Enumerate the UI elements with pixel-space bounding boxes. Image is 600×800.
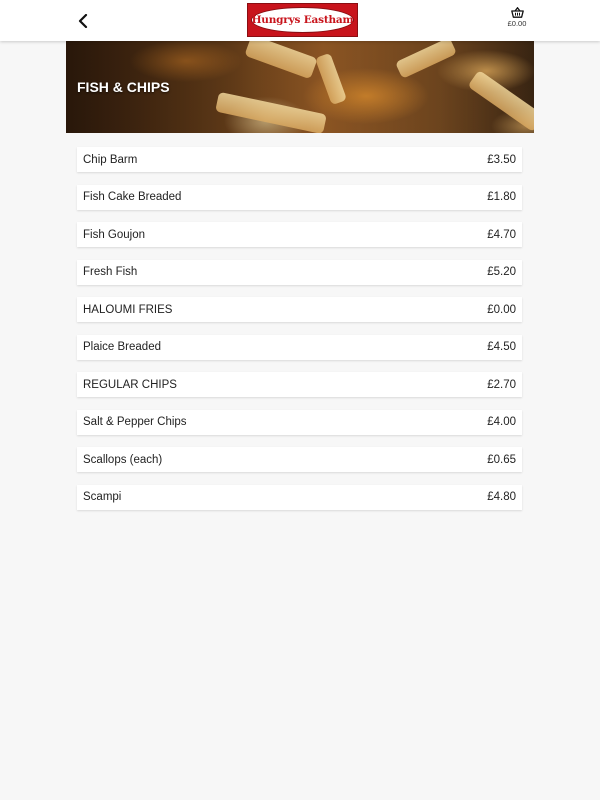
menu-item-price: £0.65 (487, 453, 516, 466)
menu-item[interactable]: Fresh Fish £5.20 (77, 259, 522, 285)
basket-button[interactable]: £0.00 (500, 7, 534, 35)
menu-item-price: £1.80 (487, 191, 516, 203)
menu-item-name: Fish Cake Breaded (83, 191, 182, 203)
menu-item-name: Salt & Pepper Chips (83, 416, 187, 428)
menu-item[interactable]: Salt & Pepper Chips £4.00 (77, 409, 522, 435)
logo-text: Hungrys Eastham (251, 14, 354, 26)
menu-item-price: £4.70 (487, 228, 516, 241)
menu-item-price: £3.50 (487, 153, 516, 166)
menu-item-price: £0.00 (487, 303, 516, 316)
basket-total: £0.00 (507, 19, 527, 28)
menu-item-name: HALOUMI FRIES (83, 303, 173, 316)
menu-item-price: £4.80 (487, 491, 516, 503)
menu-item-price: £5.20 (487, 266, 516, 278)
menu-item[interactable]: Fish Goujon £4.70 (77, 222, 522, 247)
menu-item[interactable]: Plaice Breaded £4.50 (77, 334, 522, 360)
menu-item[interactable]: Scampi £4.80 (77, 484, 522, 510)
restaurant-logo[interactable]: Hungrys Eastham (247, 3, 358, 37)
menu-item-name: REGULAR CHIPS (83, 378, 177, 391)
menu-item[interactable]: Scallops (each) £0.65 (77, 447, 522, 472)
menu-item-price: £4.50 (487, 341, 516, 353)
menu-item-name: Scampi (83, 491, 122, 503)
category-banner: FISH & CHIPS (66, 41, 534, 133)
basket-icon (510, 7, 524, 18)
back-button[interactable] (72, 10, 94, 32)
chevron-left-icon (78, 14, 88, 28)
category-title: FISH & CHIPS (77, 79, 170, 95)
menu-item-name: Plaice Breaded (83, 341, 161, 353)
menu-item-name: Chip Barm (83, 153, 138, 166)
menu-item-price: £4.00 (487, 416, 516, 428)
menu-item[interactable]: HALOUMI FRIES £0.00 (77, 297, 522, 322)
menu-item-name: Scallops (each) (83, 453, 163, 466)
top-app-bar: Hungrys Eastham £0.00 (0, 0, 600, 41)
menu-item[interactable]: Chip Barm £3.50 (77, 147, 522, 172)
menu-item[interactable]: REGULAR CHIPS £2.70 (77, 372, 522, 397)
menu-item-price: £2.70 (487, 378, 516, 391)
logo-oval: Hungrys Eastham (251, 7, 354, 33)
menu-item-name: Fish Goujon (83, 228, 146, 241)
menu-item[interactable]: Fish Cake Breaded £1.80 (77, 184, 522, 210)
menu-item-name: Fresh Fish (83, 266, 138, 278)
menu-item-list: Chip Barm £3.50 Fish Cake Breaded £1.80 … (77, 147, 522, 522)
